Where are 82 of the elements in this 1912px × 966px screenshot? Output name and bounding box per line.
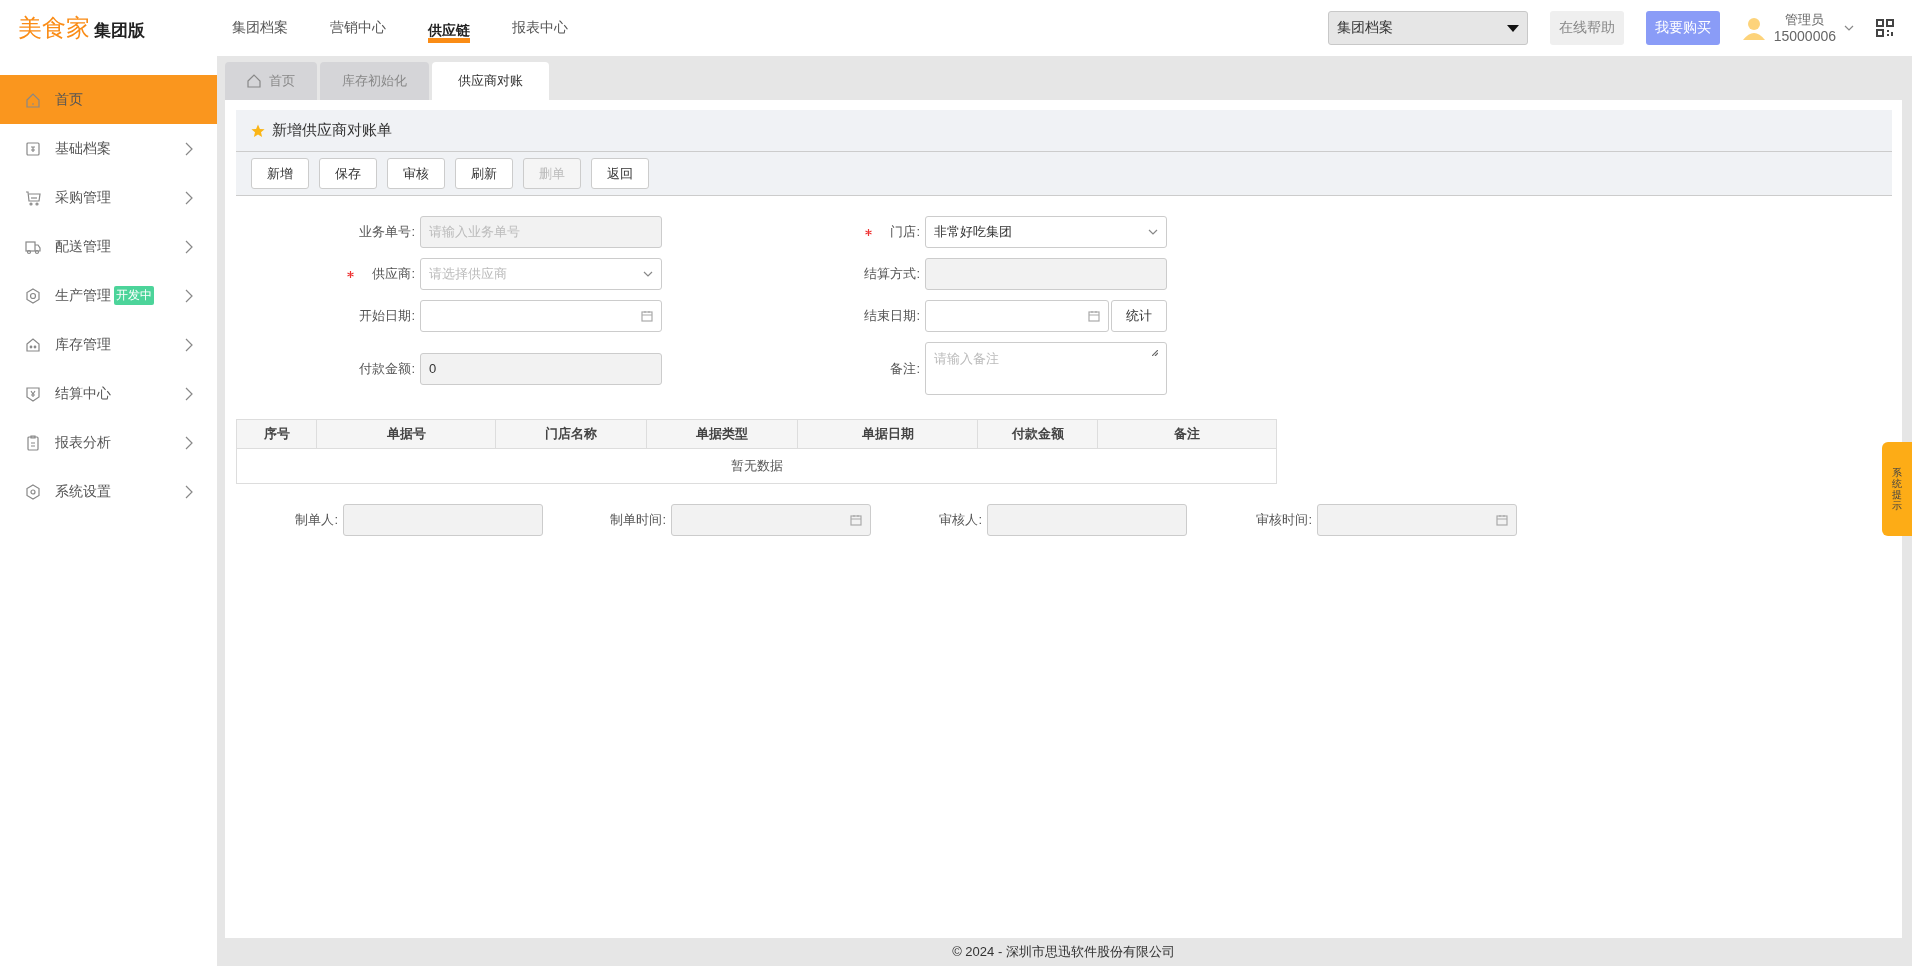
- sidebar-item[interactable]: 库存管理: [0, 320, 217, 369]
- sidebar-label: 基础档案: [55, 139, 111, 158]
- select-field[interactable]: 非常好吃集团: [925, 216, 1167, 248]
- qr-code-icon[interactable]: [1876, 19, 1894, 37]
- column-header: 单据日期: [797, 419, 978, 449]
- user-role[interactable]: 管理员: [1785, 11, 1825, 28]
- toolbar-button[interactable]: 保存: [319, 158, 377, 189]
- caret-icon: [1506, 24, 1519, 32]
- column-header: 序号: [236, 419, 317, 449]
- sidebar-label: 配送管理: [55, 237, 111, 256]
- column-header: 备注: [1097, 419, 1277, 449]
- truck-icon: [25, 238, 41, 255]
- shield-icon: [25, 385, 41, 402]
- nav-item[interactable]: 报表中心: [512, 13, 568, 43]
- field-label: 审核人:: [939, 511, 982, 529]
- calendar-icon: [1496, 514, 1508, 526]
- nav-item[interactable]: 供应链: [428, 18, 470, 43]
- chevron-down-icon: [1148, 229, 1158, 235]
- field-label: 供应商:: [372, 265, 415, 283]
- nav-item[interactable]: 营销中心: [330, 13, 386, 43]
- sidebar-label: 生产管理: [55, 286, 111, 305]
- star-icon: [251, 123, 265, 138]
- field-label: 门店:: [890, 223, 920, 241]
- status-badge: 开发中: [114, 286, 154, 305]
- column-header: 门店名称: [496, 419, 647, 449]
- clipboard-icon: [25, 434, 41, 451]
- column-header: 单据号: [316, 419, 496, 449]
- cart-icon: [25, 189, 41, 206]
- field-label: 付款金额:: [359, 359, 415, 378]
- user-account: 15000006: [1773, 28, 1836, 45]
- calendar-icon: [1088, 310, 1100, 322]
- page-title: 新增供应商对账单: [272, 121, 392, 140]
- field-label: 制单时间:: [610, 511, 666, 529]
- box-icon: [25, 140, 41, 157]
- edition-label: 集团版: [94, 20, 145, 42]
- sidebar-item[interactable]: 首页: [0, 75, 217, 124]
- sidebar-item[interactable]: 配送管理: [0, 222, 217, 271]
- toolbar-button[interactable]: 返回: [591, 158, 649, 189]
- system-tips-tab[interactable]: 系统提示: [1882, 442, 1912, 536]
- sidebar-item[interactable]: 生产管理 开发中: [0, 271, 217, 320]
- org-select[interactable]: 集团档案: [1327, 11, 1528, 45]
- sidebar-item[interactable]: 基础档案: [0, 124, 217, 173]
- nav-item[interactable]: 集团档案: [232, 13, 288, 43]
- toolbar-button[interactable]: 新增: [251, 158, 309, 189]
- sidebar-item[interactable]: 报表分析: [0, 418, 217, 467]
- sidebar-item[interactable]: 采购管理: [0, 173, 217, 222]
- empty-message: 暂无数据: [236, 448, 1277, 484]
- field-label: 开始日期:: [359, 307, 415, 325]
- sidebar-label: 结算中心: [55, 384, 111, 403]
- sidebar-label: 首页: [55, 90, 83, 109]
- sidebar-label: 报表分析: [55, 433, 111, 452]
- date-field[interactable]: [925, 300, 1109, 332]
- column-header: 单据类型: [646, 419, 798, 449]
- sidebar-item[interactable]: 系统设置: [0, 467, 217, 516]
- store-icon: [25, 336, 41, 353]
- sidebar-label: 库存管理: [55, 335, 111, 354]
- toolbar-button[interactable]: 审核: [387, 158, 445, 189]
- home-icon: [247, 74, 261, 88]
- sidebar-label: 系统设置: [55, 482, 111, 501]
- field-label: 审核时间:: [1256, 511, 1312, 529]
- calculate-button[interactable]: 统计: [1111, 300, 1167, 332]
- chevron-down-icon: [643, 271, 653, 277]
- home-icon: [25, 91, 41, 108]
- avatar-icon: [1741, 16, 1766, 40]
- field-label: 结算方式:: [864, 265, 920, 283]
- field-label: 制单人:: [295, 511, 338, 529]
- toolbar-button[interactable]: 刷新: [455, 158, 513, 189]
- settings-icon: [25, 483, 41, 500]
- sidebar-label: 采购管理: [55, 188, 111, 207]
- brand-logo: 美食家: [18, 13, 90, 43]
- resize-handle-icon: [1152, 350, 1158, 356]
- sidebar-item[interactable]: 结算中心: [0, 369, 217, 418]
- chevron-down-icon: [1844, 25, 1854, 31]
- copyright-text: © 2024 - 深圳市思迅软件股份有限公司: [952, 943, 1175, 961]
- field-label: 结束日期:: [864, 307, 920, 325]
- calendar-icon: [641, 310, 653, 322]
- date-field[interactable]: [420, 300, 662, 332]
- field-label: 备注:: [890, 359, 920, 378]
- tab[interactable]: 供应商对账: [432, 62, 549, 100]
- calendar-icon: [850, 514, 862, 526]
- column-header: 付款金额: [977, 419, 1098, 449]
- field-label: 业务单号:: [359, 223, 415, 241]
